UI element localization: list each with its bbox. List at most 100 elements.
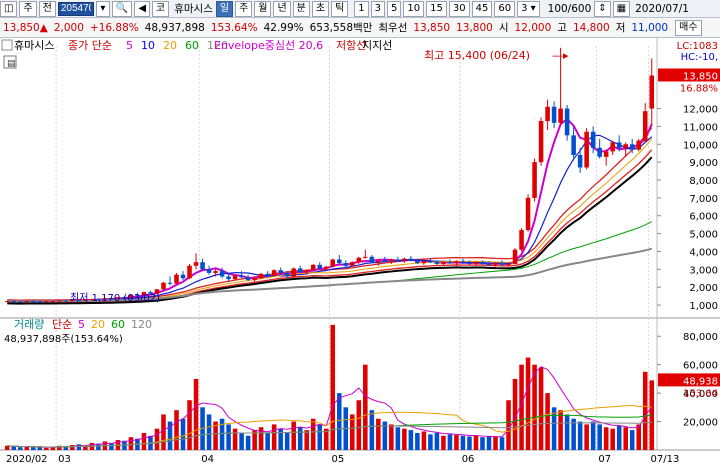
lc-label: LC:1083 xyxy=(677,41,718,52)
toolbar-letter-ju[interactable]: 주 xyxy=(19,0,37,17)
time-axis-label: 2020/02 xyxy=(6,454,48,465)
volume-bar xyxy=(232,428,238,450)
volume-legend-name: 거래량 xyxy=(14,318,44,331)
chart-area[interactable]: 1,000 2,000 3,000 4,000 5,000 6,000 7,000 8,000… xyxy=(0,38,720,470)
candle-body xyxy=(167,282,173,284)
candle-body xyxy=(519,230,524,250)
candle-body xyxy=(239,275,244,278)
volume-bar xyxy=(310,418,316,450)
period-button-1[interactable]: 주 xyxy=(235,0,253,17)
volume-bar xyxy=(297,427,303,450)
volume-bar xyxy=(603,427,609,450)
toolbar-letter-jeon[interactable]: 전 xyxy=(38,0,56,17)
hc-label: HC:-10, xyxy=(681,52,718,63)
volume-bar xyxy=(369,410,375,450)
candle-body xyxy=(642,111,648,141)
interval-button-45[interactable]: 45 xyxy=(471,0,493,17)
volume-bar xyxy=(629,430,635,450)
date-display[interactable]: 2020/07/1 xyxy=(635,3,689,15)
volume-bar xyxy=(206,414,212,450)
volume-bar xyxy=(584,424,589,450)
stock-name: 휴마시스 xyxy=(174,3,213,15)
period-button-4[interactable]: 분 xyxy=(292,0,310,17)
interval-button-15[interactable]: 15 xyxy=(426,0,447,17)
volume-bar xyxy=(428,434,433,450)
candle-body xyxy=(454,261,459,264)
legend-envelope: Envelope중심선 20,6 xyxy=(214,39,323,52)
period-button-5[interactable]: 초 xyxy=(311,0,330,17)
interval-button-3[interactable]: 3 xyxy=(370,0,386,17)
candle-body xyxy=(304,270,309,273)
candle-body xyxy=(623,144,628,148)
price-tick-label: 12,000 xyxy=(683,105,718,116)
panel-toggle-icon[interactable]: ◫ xyxy=(0,0,18,17)
price-tick-label: 3,000 xyxy=(689,265,718,276)
interval-select[interactable]: 3 ▾ xyxy=(517,0,540,17)
volume-bar xyxy=(577,421,583,450)
interval-button-10[interactable]: 10 xyxy=(403,0,425,17)
candle-body xyxy=(538,121,544,163)
volume-bar xyxy=(434,432,440,450)
stock-chart[interactable]: 1,000 2,000 3,000 4,000 5,000 6,000 7,000 8,000… xyxy=(0,38,720,470)
price-tick-label: 8,000 xyxy=(689,176,718,187)
period-button-3[interactable]: 년 xyxy=(273,0,291,17)
candle-body xyxy=(525,197,531,231)
period-button-2[interactable]: 월 xyxy=(254,0,272,17)
sound-icon[interactable]: ◀ xyxy=(134,0,151,17)
volume-bar xyxy=(17,447,23,450)
volume-bar xyxy=(376,418,381,450)
interval-button-60[interactable]: 60 xyxy=(494,0,516,17)
code-dropdown-icon[interactable]: ▾ xyxy=(95,0,110,17)
volume-bar xyxy=(525,357,531,450)
legend-ma-period: 10 xyxy=(141,39,155,52)
legend-stock-name: 휴마시스 xyxy=(14,39,54,52)
volume-bar xyxy=(239,432,244,450)
volume-legend-period: 120 xyxy=(131,318,152,331)
interval-button-1[interactable]: 1 xyxy=(354,0,369,17)
high-arrow-icon: —▸ xyxy=(552,49,569,62)
buy-button[interactable]: 매수 xyxy=(675,19,702,36)
market-kosdaq-button[interactable]: 코 xyxy=(152,0,170,17)
volume-bar xyxy=(623,427,628,450)
period-button-0[interactable]: 일 xyxy=(215,0,234,17)
volume-bar xyxy=(363,364,368,450)
grid-icon[interactable]: ▦ xyxy=(612,0,631,17)
volume-bar xyxy=(408,430,414,450)
volume-bar xyxy=(454,435,459,450)
volume-bar xyxy=(226,424,231,450)
candle-body xyxy=(506,263,511,265)
candle-body xyxy=(37,301,43,303)
candle-body xyxy=(252,278,257,281)
interval-button-5[interactable]: 5 xyxy=(387,0,402,17)
count-stepper[interactable]: ⇕ xyxy=(594,0,611,17)
last-volume-pct: 153.64 xyxy=(683,388,718,399)
candle-body xyxy=(480,262,485,264)
volume-bar xyxy=(245,435,251,450)
volume-bar xyxy=(636,424,642,450)
stock-code-input[interactable] xyxy=(57,1,94,16)
candle-body xyxy=(402,258,407,261)
candle-body xyxy=(610,142,615,152)
volume-bar xyxy=(128,437,134,450)
period-button-6[interactable]: 틱 xyxy=(331,0,349,17)
volume-bar xyxy=(506,400,511,450)
search-icon[interactable]: 🔍 xyxy=(111,0,133,17)
price-tick-label: 5,000 xyxy=(689,230,718,241)
candle-body xyxy=(350,262,355,266)
volume-bar xyxy=(180,418,186,450)
candle-body xyxy=(226,276,231,280)
volume-bar xyxy=(486,436,492,450)
volume-bar xyxy=(161,414,166,450)
candle-body xyxy=(395,259,401,261)
legend-ma-period: 60 xyxy=(185,39,199,52)
candle-body xyxy=(232,275,238,280)
candle-body xyxy=(57,300,62,302)
interval-button-30[interactable]: 30 xyxy=(448,0,470,17)
candle-body xyxy=(310,264,316,271)
volume-bar xyxy=(538,367,544,450)
candle-body xyxy=(532,162,537,198)
volume-bar xyxy=(4,445,10,450)
volume-bar xyxy=(291,421,296,450)
volume-bar xyxy=(616,425,622,450)
candle-body xyxy=(291,268,296,277)
